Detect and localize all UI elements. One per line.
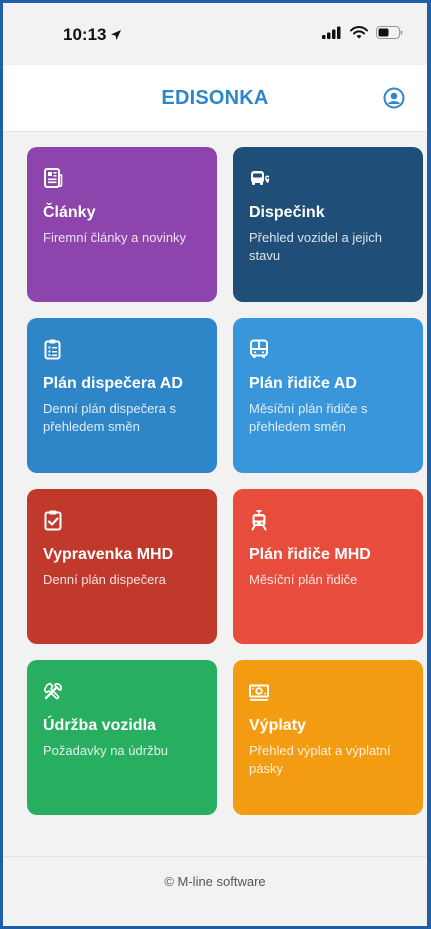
battery-icon	[376, 26, 403, 39]
card-title: Údržba vozidla	[43, 717, 156, 734]
card-subtitle: Měsíční plán řidiče	[249, 572, 358, 587]
footer-copyright: © M-line software	[164, 874, 266, 889]
card-vyplaty[interactable]: Výplaty Přehled výplat a výplatní pásky	[233, 660, 423, 815]
card-title: Plán řidiče AD	[249, 375, 357, 392]
profile-button[interactable]	[383, 87, 405, 109]
card-title: Vypravenka MHD	[43, 546, 174, 563]
app-title: EDISONKA	[161, 87, 269, 109]
card-udrzba-vozidla[interactable]: Údržba vozidla Požadavky na údržbu	[27, 660, 217, 815]
user-circle-icon	[383, 87, 405, 109]
card-dispecink[interactable]: Dispečink Přehled vozidel a jejich stavu	[233, 147, 423, 302]
bus-icon	[249, 338, 269, 360]
status-time: 10:13	[63, 25, 122, 45]
money-bill-icon	[249, 680, 269, 702]
card-plan-dispecera-ad[interactable]: Plán dispečera AD Denní plán dispečera s…	[27, 318, 217, 473]
card-title: Dispečink	[249, 204, 325, 221]
location-arrow-icon	[111, 30, 122, 40]
tram-icon	[249, 509, 269, 531]
tools-icon	[43, 680, 63, 702]
card-subtitle: Denní plán dispečera s přehledem směn	[43, 401, 176, 434]
wifi-icon	[350, 26, 368, 39]
clipboard-check-icon	[43, 509, 63, 531]
card-title: Plán dispečera AD	[43, 375, 183, 392]
card-subtitle: Měsíční plán řidiče s přehledem směn	[249, 401, 368, 434]
footer: © M-line software	[3, 856, 427, 909]
card-plan-ridice-ad[interactable]: Plán řidiče AD Měsíční plán řidiče s pře…	[233, 318, 423, 473]
card-clanky[interactable]: Články Firemní články a novinky	[27, 147, 217, 302]
card-title: Plán řidiče MHD	[249, 546, 371, 563]
card-subtitle: Požadavky na údržbu	[43, 743, 169, 758]
phone-screen: 10:13 EDISONKA Články Firemní články a n…	[3, 3, 427, 926]
card-title: Články	[43, 204, 96, 221]
system-icons	[322, 26, 403, 39]
card-subtitle: Přehled vozidel a jejich stavu	[249, 230, 382, 263]
signal-icon	[322, 26, 341, 39]
clipboard-list-icon	[43, 338, 63, 360]
bus-location-icon	[249, 167, 269, 189]
card-vypravenka-mhd[interactable]: Vypravenka MHD Denní plán dispečera	[27, 489, 217, 644]
status-bar: 10:13	[3, 3, 427, 65]
card-subtitle: Přehled výplat a výplatní pásky	[249, 743, 391, 776]
card-subtitle: Firemní články a novinky	[43, 230, 187, 245]
card-subtitle: Denní plán dispečera	[43, 572, 166, 587]
card-plan-ridice-mhd[interactable]: Plán řidiče MHD Měsíční plán řidiče	[233, 489, 423, 644]
app-header: EDISONKA	[3, 65, 427, 132]
newspaper-icon	[43, 167, 63, 189]
card-title: Výplaty	[249, 717, 306, 734]
status-time-text: 10:13	[63, 25, 107, 44]
